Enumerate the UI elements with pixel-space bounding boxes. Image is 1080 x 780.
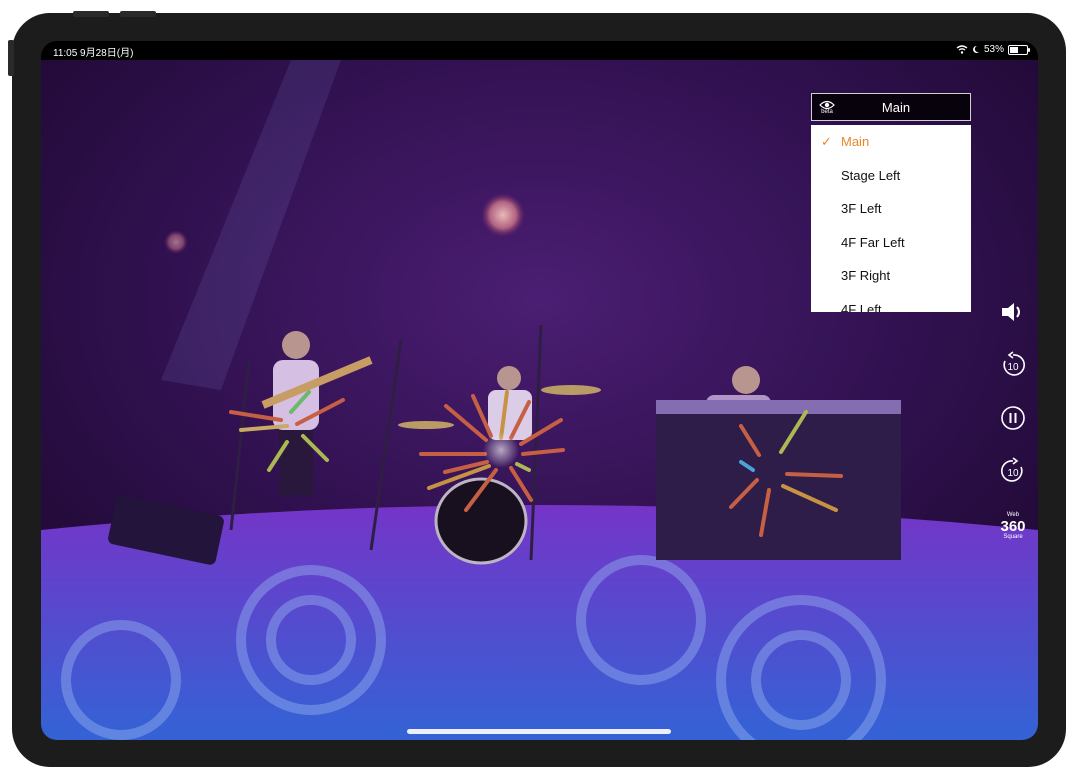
volume-down-hardware-button	[120, 11, 156, 17]
battery-percent: 53%	[983, 44, 1004, 55]
video-360-view[interactable]: beta Main ✓ Main Stage Left 3F Left 4F Far L…	[41, 60, 1038, 740]
forward-seconds: 10	[1007, 468, 1019, 479]
camera-option[interactable]: 4F Far Left	[811, 226, 971, 260]
camera-option-label: 4F Left	[841, 301, 882, 312]
camera-option[interactable]: 3F Left	[811, 192, 971, 226]
speaker-icon	[1002, 303, 1020, 321]
eye-beta-badge: beta	[812, 100, 842, 115]
battery-icon	[1008, 44, 1030, 55]
camera-option[interactable]: 3F Right	[811, 259, 971, 293]
forward-10-button[interactable]: 10	[993, 451, 1033, 491]
pause-icon	[1001, 406, 1025, 430]
camera-option-label: 3F Left	[841, 201, 882, 217]
camera-selector-button[interactable]: beta Main	[811, 93, 971, 121]
camera-option[interactable]: 4F Left	[811, 293, 971, 312]
camera-option-label: 3F Right	[841, 268, 891, 284]
camera-option[interactable]: Stage Left	[811, 159, 971, 193]
wifi-icon	[956, 45, 968, 54]
volume-up-hardware-button	[73, 11, 109, 17]
rewind-seconds: 10	[1007, 362, 1019, 373]
volume-button[interactable]	[993, 292, 1033, 332]
current-camera-label: Main	[881, 99, 911, 115]
power-hardware-button	[8, 40, 14, 76]
home-indicator[interactable]	[407, 729, 671, 734]
camera-option-label: 4F Far Left	[841, 234, 905, 250]
camera-option-label: Stage Left	[841, 167, 901, 183]
camera-option-label: Main	[841, 134, 870, 149]
pause-button[interactable]	[993, 398, 1033, 438]
logo-360-text: 360	[1000, 517, 1026, 535]
rewind-10-button[interactable]: 10	[993, 345, 1033, 385]
moon-icon	[973, 45, 979, 53]
rewind-10-icon: 10	[1003, 351, 1025, 376]
forward-10-icon: 10	[1001, 457, 1023, 482]
status-time: 11:05 9月28日(月)	[53, 48, 134, 59]
camera-angle-list[interactable]: ✓ Main Stage Left 3F Left 4F Far Left 3F Righ…	[811, 125, 971, 312]
status-bar: 11:05 9月28日(月) 53%	[41, 41, 1038, 60]
screen: 11:05 9月28日(月) 53% beta Main ✓ Main Stag…	[41, 41, 1038, 740]
logo-square-text: Square	[1003, 533, 1023, 540]
checkmark-icon: ✓	[821, 134, 832, 149]
beta-label: beta	[821, 108, 833, 115]
web360-logo: Web 360 Square	[993, 506, 1033, 546]
camera-option[interactable]: ✓ Main	[811, 125, 971, 159]
